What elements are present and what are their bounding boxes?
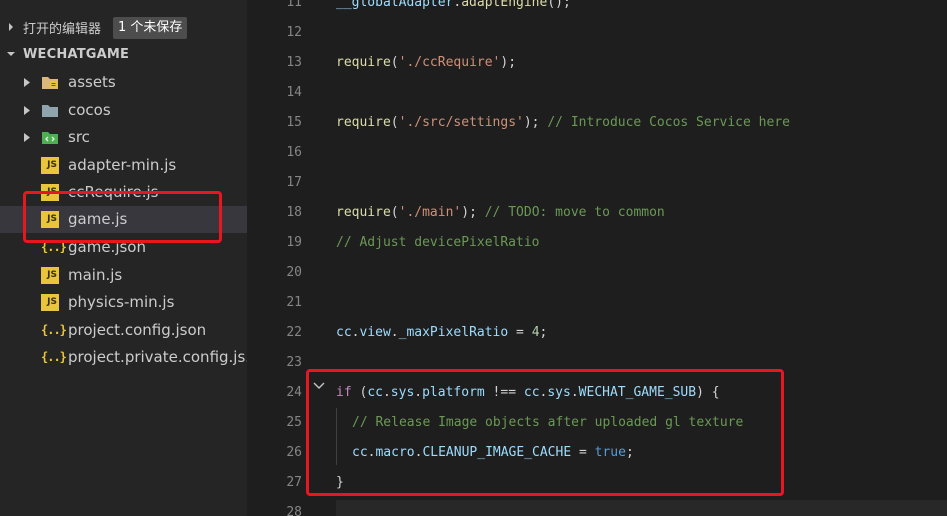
tree-item-physics-min-js[interactable]: JS physics-min.js [0,289,247,316]
json-file-icon: {..} [41,323,67,337]
code-token: adaptEngine [461,0,548,10]
chevron-right-icon [9,23,13,31]
code-token: 4 [531,325,540,340]
chevron-right-icon [24,106,30,115]
tree-item-src[interactable]: src [0,124,247,151]
chevron-right-icon [24,133,30,142]
code-token: ( [390,55,399,70]
code-token: view [359,325,391,340]
line-number: 11 [286,0,302,10]
workspace-root-title: WECHATGAME [23,47,130,62]
tree-item-label: project.config.json [68,321,207,339]
code-token: __globalAdapter [336,0,454,10]
code-token: ( [390,115,399,130]
chevron-down-icon [7,52,15,56]
tree-item-adapter-min-js[interactable]: JS adapter-min.js [0,152,247,179]
open-editors-title: 打开的编辑器 [23,22,102,37]
tree-item-label: src [68,128,90,146]
code-line-15: require('./src/settings'); // Introduce … [336,115,790,130]
code-comment: // TODO: move to common [484,205,665,220]
code-token: require [336,115,391,130]
code-line-13: require('./ccRequire'); [336,55,516,70]
code-token: ( [390,205,399,220]
code-comment: // Introduce Cocos Service here [547,115,790,130]
json-file-icon: {..} [41,350,67,364]
src-folder-icon [42,132,58,144]
line-number: 15 [286,115,302,130]
tree-item-main-js[interactable]: JS main.js [0,262,247,289]
code-token: require [336,205,391,220]
tree-item-label: cocos [68,101,111,119]
workspace-root-header[interactable]: WECHATGAME [0,41,247,68]
line-number: 18 [286,205,302,220]
annotation-highlight-box [306,369,784,496]
code-line-22: cc.view._maxPixelRatio = 4; [336,325,547,340]
line-number: 27 [286,475,302,490]
line-number: 20 [286,265,302,280]
tree-item-project-private-config[interactable]: {..} project.private.config.js... [0,344,247,371]
js-file-icon: JS [41,157,59,174]
code-token: require [336,55,391,70]
line-number: 22 [286,325,302,340]
line-number: 16 [286,145,302,160]
code-token: (); [547,0,571,10]
code-token: _maxPixelRatio [398,325,509,340]
line-number: 24 [286,385,302,400]
code-token: cc [336,325,352,340]
line-number: 21 [286,295,302,310]
code-line-18: require('./main'); // TODO: move to comm… [336,205,665,220]
code-editor[interactable]: 11 12 13 14 15 16 17 18 19 20 21 22 23 2… [247,0,947,516]
tree-item-label: assets [68,73,116,91]
line-background [336,500,947,516]
code-line-11: __globalAdapter.adaptEngine(); [336,0,571,10]
assets-folder-icon [42,77,58,89]
tree-item-cocos[interactable]: cocos [0,97,247,124]
code-token: './ccRequire' [398,55,501,70]
code-token: . [390,325,399,340]
js-file-icon: JS [41,294,59,311]
line-number: 13 [286,55,302,70]
code-token: = [508,325,532,340]
code-comment: // Adjust devicePixelRatio [336,235,540,250]
tree-item-label: physics-min.js [68,293,175,311]
tree-item-label: adapter-min.js [68,156,177,174]
line-number: 12 [286,25,302,40]
line-number: 25 [286,415,302,430]
code-line-19: // Adjust devicePixelRatio [336,235,540,250]
code-token: ); [500,55,517,70]
unsaved-count-badge: 1 个未保存 [113,17,188,39]
tree-item-label: main.js [68,266,123,284]
line-number: 26 [286,445,302,460]
code-token: ); [523,115,548,130]
code-token: './src/settings' [398,115,524,130]
tree-item-assets[interactable]: assets [0,69,247,96]
explorer-sidebar: 打开的编辑器 1 个未保存 WECHATGAME assets cocos sr… [0,0,247,516]
code-token: './main' [398,205,462,220]
js-file-icon: JS [41,267,59,284]
annotation-highlight-box [23,191,222,243]
code-token: ; [539,325,548,340]
chevron-right-icon [24,78,30,87]
line-number: 19 [286,235,302,250]
line-number: 17 [286,175,302,190]
open-editors-section-header[interactable]: 打开的编辑器 1 个未保存 [0,14,247,41]
tree-item-project-config-json[interactable]: {..} project.config.json [0,317,247,344]
line-number: 14 [286,85,302,100]
tree-item-label: project.private.config.js... [68,348,247,366]
line-number: 23 [286,355,302,370]
folder-icon [42,105,58,117]
line-number: 28 [286,505,302,516]
code-token: ); [461,205,485,220]
